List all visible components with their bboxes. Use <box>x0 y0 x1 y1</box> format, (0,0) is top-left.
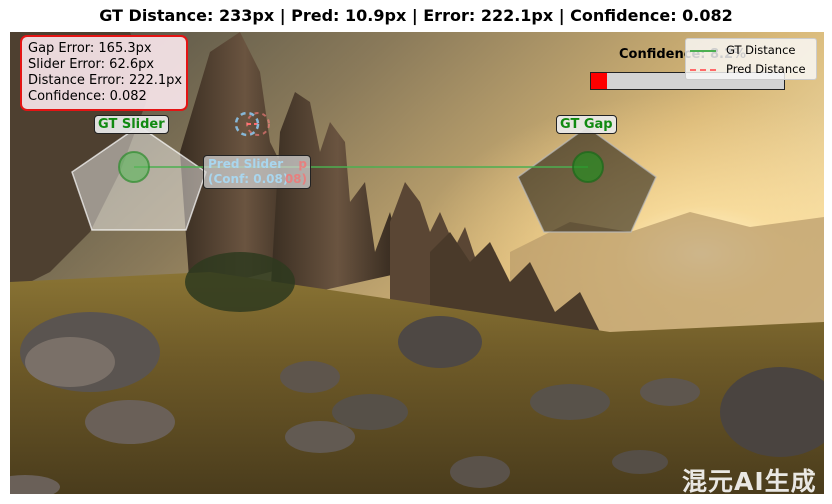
legend: GT Distance Pred Distance <box>685 38 817 80</box>
pred-gap-label: p 08) <box>285 157 307 187</box>
watermark: 混元AI生成 <box>682 467 817 496</box>
legend-item-pred-distance: Pred Distance <box>690 61 806 77</box>
solid-line-icon <box>690 49 716 52</box>
pred-slider-label: p 08) Pred Slider (Conf: 0.08) <box>203 155 311 189</box>
figure-title: GT Distance: 233px | Pred: 10.9px | Erro… <box>99 6 733 25</box>
legend-label-gt-distance: GT Distance <box>726 43 796 57</box>
dashed-line-icon <box>690 68 716 71</box>
legend-item-gt-distance: GT Distance <box>690 42 795 58</box>
gap-error-text: Gap Error: 165.3px <box>28 41 152 56</box>
gt-slider-label: GT Slider <box>94 115 169 134</box>
confidence-bar-fill <box>591 73 607 89</box>
confidence-text: Confidence: 0.082 <box>28 89 147 104</box>
gt-gap-marker <box>572 151 604 183</box>
pred-gap-label-line2: 08) <box>284 172 307 186</box>
gt-gap-label: GT Gap <box>556 115 617 134</box>
legend-label-pred-distance: Pred Distance <box>726 62 806 76</box>
slider-error-text: Slider Error: 62.6px <box>28 57 155 72</box>
error-summary-box: Gap Error: 165.3px Slider Error: 62.6px … <box>20 35 188 111</box>
distance-error-text: Distance Error: 222.1px <box>28 73 183 88</box>
pred-gap-label-line1: p <box>298 157 307 171</box>
gt-slider-marker <box>118 151 150 183</box>
